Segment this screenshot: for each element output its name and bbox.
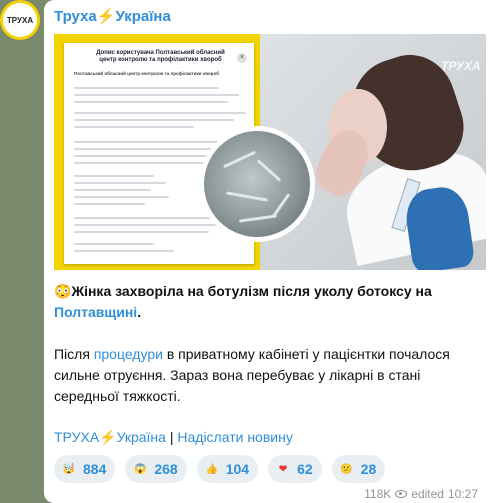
document-text-line xyxy=(74,87,219,89)
message-time: 10:27 xyxy=(447,487,478,501)
headline-end: . xyxy=(137,304,142,320)
document-text-line xyxy=(74,250,174,252)
bacteria-rod xyxy=(256,159,282,182)
document-text-line xyxy=(74,175,154,177)
reaction-count: 104 xyxy=(225,461,250,477)
document-text-line xyxy=(74,196,169,198)
document-text-line xyxy=(74,243,154,245)
reaction-count: 28 xyxy=(360,461,377,477)
document-text-line xyxy=(74,224,223,226)
truha-watermark: ТРУХА xyxy=(441,59,481,73)
post-media[interactable]: Допис користувача Полтавський обласний ц… xyxy=(54,34,486,270)
document-source: Полтавський обласний центр контролю та п… xyxy=(74,71,220,76)
region-link[interactable]: Полтавщині xyxy=(54,304,137,320)
document-text-line xyxy=(74,112,246,114)
reaction-button[interactable]: ❤ 62 xyxy=(268,455,322,483)
document-text-line xyxy=(74,182,166,184)
post-body: Після процедури в приватному кабінеті у … xyxy=(54,344,476,407)
reaction-count: 268 xyxy=(154,461,178,477)
document-text-line xyxy=(74,148,224,150)
view-count: 118K xyxy=(364,487,392,501)
close-icon: × xyxy=(237,53,247,63)
reaction-button[interactable]: 🤯 884 xyxy=(54,455,116,483)
document-text-line xyxy=(74,189,151,191)
reaction-button[interactable]: 😕 28 xyxy=(331,455,386,483)
bacteria-microscope-image xyxy=(199,126,315,242)
post-footer: ТРУХА⚡Україна | Надіслати новину xyxy=(54,427,476,448)
grimacing-face-icon: 😕 xyxy=(340,463,353,475)
post-headline: 😳Жінка захворіла на ботулізм після уколу… xyxy=(54,281,476,323)
channel-title[interactable]: Труха⚡Україна xyxy=(54,7,171,25)
bacteria-rod xyxy=(223,150,256,169)
document-text-line xyxy=(74,101,228,103)
document-title: Допис користувача Полтавський обласний ц… xyxy=(96,50,225,63)
thumbs-up-icon: 👍 xyxy=(205,463,218,475)
document-text-line xyxy=(74,126,194,128)
reaction-count: 62 xyxy=(297,461,313,477)
reaction-bar: 🤯 884 😱 268 👍 104 ❤ 62 😕 28 xyxy=(54,455,386,483)
reaction-button[interactable]: 😱 268 xyxy=(125,455,187,483)
edited-label: edited xyxy=(411,487,444,501)
heart-icon: ❤ xyxy=(278,463,288,475)
footer-separator: | xyxy=(165,429,178,445)
channel-avatar[interactable]: ТРУХА xyxy=(0,0,40,40)
bacteria-rod xyxy=(238,214,278,223)
document-text-line xyxy=(74,231,209,233)
message-bubble: Труха⚡Україна Допис користувача Полтавсь… xyxy=(44,0,488,503)
reaction-count: 884 xyxy=(83,461,107,477)
document-text-line xyxy=(74,119,234,121)
document-text-line xyxy=(74,162,216,164)
document-text-line xyxy=(74,203,145,205)
message-meta: 118K edited 10:27 xyxy=(364,487,478,501)
eye-icon xyxy=(395,490,408,498)
procedure-link[interactable]: процедури xyxy=(94,346,163,362)
screaming-face-icon: 😱 xyxy=(134,463,147,475)
headline-text: Жінка захворіла на ботулізм після уколу … xyxy=(71,283,432,299)
flushed-face-icon: 😳 xyxy=(54,283,72,299)
reaction-button[interactable]: 👍 104 xyxy=(196,455,259,483)
shocked-face-icon: 🤯 xyxy=(62,463,76,475)
body-text-start: Після xyxy=(54,346,94,362)
send-news-link[interactable]: Надіслати новину xyxy=(177,429,292,445)
channel-footer-link[interactable]: ТРУХА⚡Україна xyxy=(54,429,166,445)
bacteria-rod xyxy=(226,191,268,202)
document-text-line xyxy=(74,94,239,96)
